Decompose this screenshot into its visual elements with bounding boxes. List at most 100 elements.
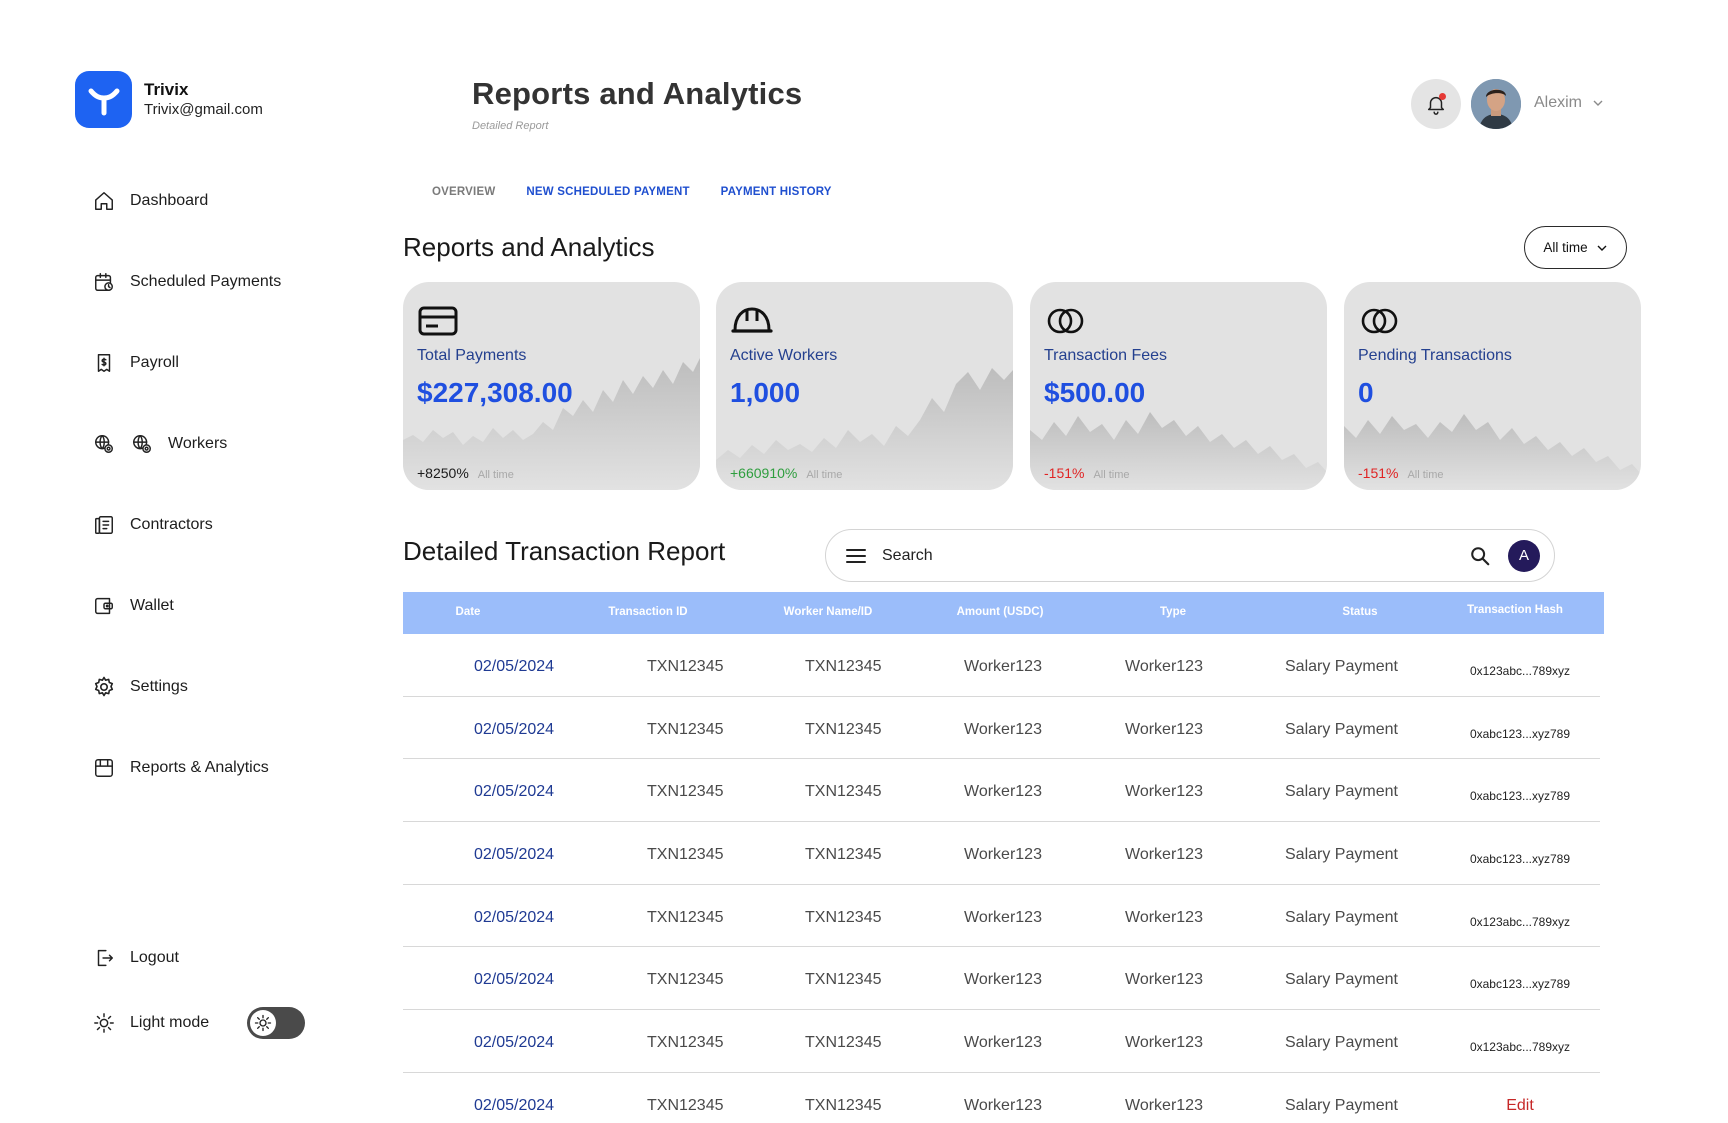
cell-status: Salary Payment: [1285, 658, 1398, 675]
column-header-amount[interactable]: Amount (USDC): [957, 606, 1044, 618]
edit-link[interactable]: Edit: [1506, 1097, 1534, 1115]
chevron-down-icon: [1597, 245, 1607, 251]
cell-amount: Worker123: [964, 908, 1042, 926]
sidebar-item-workers[interactable]: Workers: [92, 432, 227, 456]
cell-worker: TXN12345: [805, 1096, 882, 1114]
cell-type: Worker123: [1125, 908, 1203, 926]
stat-range: All time: [477, 469, 514, 481]
sidebar-item-contractors[interactable]: Contractors: [92, 513, 213, 537]
rings-icon: [1047, 308, 1084, 334]
light-mode-toggle[interactable]: [247, 1007, 306, 1039]
stat-change: +8250%: [417, 465, 469, 481]
user-name: Alexim: [1534, 94, 1583, 111]
calendar-clock-icon: [92, 270, 116, 294]
search-input[interactable]: [882, 546, 1466, 565]
tab-overview[interactable]: OVERVIEW: [432, 186, 495, 198]
table-row[interactable]: 02/05/2024 TXN12345 TXN12345 Worker123 Worke…: [403, 947, 1600, 1011]
stat-card-pending-transactions[interactable]: Pending Transactions 0 -151% All time: [1344, 282, 1641, 490]
stat-card-transaction-fees[interactable]: Transaction Fees $500.00 -151% All time: [1030, 282, 1327, 490]
column-header-worker[interactable]: Worker Name/ID: [784, 606, 873, 618]
sidebar-item-settings[interactable]: Settings: [92, 675, 188, 699]
time-range-select[interactable]: All time: [1524, 226, 1627, 269]
table-row[interactable]: 02/05/2024 TXN12345 TXN12345 Worker123 Worke…: [403, 885, 1600, 948]
cell-type: Worker123: [1125, 1034, 1203, 1052]
stat-label: Transaction Fees: [1044, 347, 1168, 364]
cell-status: Salary Payment: [1285, 971, 1398, 989]
cell-date: 02/05/2024: [474, 908, 555, 926]
globe-gear-icon: [130, 432, 154, 456]
table-row[interactable]: 02/05/2024 TXN12345 TXN12345 Worker123 Worke…: [403, 634, 1600, 697]
tab-new-scheduled-payment[interactable]: NEW SCHEDULED PAYMENT: [526, 186, 689, 198]
cell-type: Worker123: [1125, 658, 1203, 675]
cell-transaction-hash: 0xabc123...xyz789: [1469, 726, 1571, 741]
cell-amount: Worker123: [964, 720, 1042, 738]
sidebar-item-scheduled-payments[interactable]: Scheduled Payments: [92, 270, 281, 294]
stat-card-active-workers[interactable]: Active Workers 1,000 +660910% All time: [716, 282, 1013, 490]
account-avatar[interactable]: A: [1508, 539, 1540, 572]
user-menu[interactable]: Alexim: [1534, 94, 1604, 112]
cell-transaction-id: TXN12345: [647, 846, 724, 864]
cell-transaction-id: TXN12345: [647, 658, 724, 675]
cell-transaction-hash: 0xabc123...xyz789: [1469, 789, 1571, 804]
cell-type: Worker123: [1125, 720, 1203, 738]
table-header: Date Transaction ID Worker Name/ID Amoun…: [403, 592, 1604, 634]
cell-amount: Worker123: [964, 846, 1042, 864]
stat-value: $227,308.00: [417, 377, 573, 408]
page-title: Reports and Analytics: [472, 76, 803, 111]
wallet-icon: [92, 594, 116, 618]
transaction-table: 02/05/2024 TXN12345 TXN12345 Worker123 Worke…: [403, 634, 1600, 1123]
home-icon: [92, 189, 116, 213]
cell-type: Worker123: [1125, 783, 1203, 801]
column-header-transaction-id[interactable]: Transaction ID: [608, 606, 687, 618]
table-row[interactable]: 02/05/2024 TXN12345 TXN12345 Worker123 Worke…: [403, 697, 1600, 760]
cell-amount: Worker123: [964, 1096, 1042, 1114]
cell-transaction-id: TXN12345: [647, 1034, 724, 1052]
logout-button[interactable]: Logout: [92, 946, 179, 970]
sidebar-item-label: Settings: [130, 678, 188, 695]
logout-label: Logout: [130, 949, 179, 966]
rings-icon: [1361, 308, 1398, 334]
cell-transaction-id: TXN12345: [647, 971, 724, 989]
gear-icon: [92, 675, 116, 699]
table-row[interactable]: 02/05/2024 TXN12345 TXN12345 Worker123 Worke…: [403, 822, 1600, 885]
sidebar-item-dashboard[interactable]: Dashboard: [92, 189, 208, 213]
chevron-down-icon: [1593, 100, 1603, 106]
stat-value: 1,000: [730, 377, 801, 408]
cell-status: Salary Payment: [1285, 1096, 1398, 1114]
column-header-transaction-hash[interactable]: Transaction Hash: [1467, 604, 1563, 616]
sidebar-item-label: Contractors: [130, 516, 213, 533]
cell-transaction-id: TXN12345: [647, 720, 724, 738]
column-header-type[interactable]: Type: [1160, 606, 1186, 618]
notification-button[interactable]: [1411, 79, 1461, 129]
table-row[interactable]: 02/05/2024 TXN12345 TXN12345 Worker123 Worke…: [403, 1010, 1600, 1073]
sidebar: Dashboard Scheduled Payments Payroll Wor…: [0, 0, 340, 1123]
avatar[interactable]: [1471, 79, 1521, 129]
sidebar-item-reports-analytics[interactable]: Reports & Analytics: [92, 756, 269, 780]
sidebar-item-label: Wallet: [130, 597, 174, 614]
cell-status: Salary Payment: [1285, 720, 1398, 738]
sun-icon: [92, 1011, 116, 1035]
globe-gear-icon: [92, 432, 116, 456]
cell-worker: TXN12345: [805, 783, 882, 801]
cell-date: 02/05/2024: [474, 783, 555, 801]
stat-card-total-payments[interactable]: Total Payments $227,308.00 +8250% All ti…: [403, 282, 700, 490]
light-mode-label: Light mode: [130, 1014, 210, 1031]
cell-type: Worker123: [1125, 971, 1203, 989]
report-title: Detailed Transaction Report: [403, 536, 726, 566]
stat-range: All time: [1407, 469, 1444, 481]
tab-payment-history[interactable]: PAYMENT HISTORY: [721, 186, 832, 198]
light-mode-row: Light mode: [92, 1007, 306, 1039]
stat-value: $500.00: [1044, 377, 1146, 408]
table-row[interactable]: 02/05/2024 TXN12345 TXN12345 Worker123 Worke…: [403, 759, 1600, 823]
column-header-date[interactable]: Date: [456, 606, 481, 618]
sidebar-item-payroll[interactable]: Payroll: [92, 351, 179, 375]
cell-transaction-hash: 0x123abc...789xyz: [1469, 1040, 1571, 1055]
search-icon[interactable]: [1466, 542, 1494, 570]
table-row[interactable]: 02/05/2024 TXN12345 TXN12345 Worker123 Worke…: [403, 1073, 1600, 1123]
cell-transaction-id: TXN12345: [647, 908, 724, 926]
cell-status: Salary Payment: [1285, 783, 1398, 801]
column-header-status[interactable]: Status: [1342, 606, 1377, 618]
menu-icon[interactable]: [844, 544, 868, 568]
stat-range: All time: [806, 469, 843, 481]
sidebar-item-wallet[interactable]: Wallet: [92, 594, 174, 618]
